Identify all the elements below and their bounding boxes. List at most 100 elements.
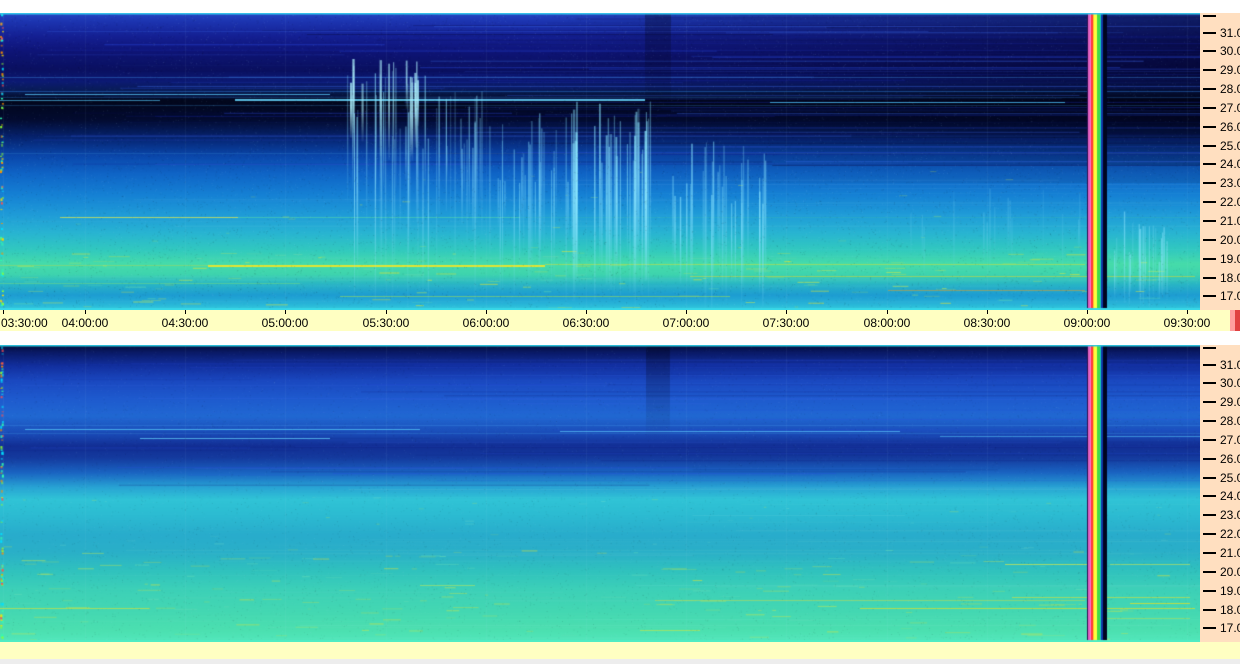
time-tick (686, 310, 687, 314)
freq-tick (1203, 220, 1216, 223)
freq-tick (1203, 295, 1216, 298)
freq-tick (1203, 363, 1216, 366)
time-tick (1087, 310, 1088, 314)
timebar-edge-mark-red (1235, 310, 1240, 331)
freq-label: 30.0 (1220, 44, 1240, 59)
panel2-row: 31.0 30.0 29.0 28.0 27.0 26.0 25.0 24.0 23.0 22.0… (0, 345, 1240, 642)
freq-tick (1203, 31, 1216, 34)
freq-label: 30.0 (1220, 376, 1240, 391)
time-axis: 03:30:00 04:00:00 04:30:00 05:00:00 05:30:00… (0, 310, 1240, 331)
freq-tick (1203, 495, 1216, 498)
freq-tick (1203, 382, 1216, 385)
time-label: 06:00:00 (462, 316, 510, 330)
freq-tick (1203, 627, 1216, 630)
freq-tick (1203, 144, 1216, 147)
freq-tick (1203, 533, 1216, 536)
freq-label: 26.0 (1220, 451, 1240, 466)
freq-tick (1203, 125, 1216, 128)
freq-label: 18.0 (1220, 270, 1240, 285)
freq-scale-lcp: 31.0 30.0 29.0 28.0 27.0 26.0 25.0 24.0 23.0 22.0… (1200, 345, 1240, 642)
freq-label: 21.0 (1220, 214, 1240, 229)
spectrogram-canvas-rcp[interactable] (0, 13, 1200, 310)
time-label: 09:00:00 (1063, 316, 1111, 330)
freq-label: 24.0 (1220, 157, 1240, 172)
freq-label: 21.0 (1220, 546, 1240, 561)
freq-label: 17.0 (1220, 621, 1240, 636)
freq-tick (1203, 476, 1216, 479)
freq-tick (1203, 201, 1216, 204)
time-label: 09:30:00 (1163, 316, 1211, 330)
panel1-row: 31.0 30.0 29.0 28.0 27.0 26.0 25.0 24.0 23.0 22.0… (0, 13, 1240, 310)
freq-label: 29.0 (1220, 395, 1240, 410)
freq-label: 19.0 (1220, 583, 1240, 598)
freq-label: 31.0 (1220, 25, 1240, 40)
freq-tick (1203, 69, 1216, 72)
panel2-titlebar: AJ4CO Observatory 06 Jan 2026 - DPS on T… (0, 331, 1240, 345)
freq-tick (1203, 570, 1216, 573)
empty-time-band (0, 642, 1240, 659)
time-label: 03:30:00 (1, 316, 48, 330)
freq-label: 25.0 (1220, 470, 1240, 485)
time-tick (1187, 310, 1188, 314)
freq-tick (1203, 238, 1216, 241)
freq-label: 20.0 (1220, 232, 1240, 247)
freq-label: 31.0 (1220, 357, 1240, 372)
time-tick (486, 310, 487, 314)
freq-label: 28.0 (1220, 414, 1240, 429)
time-label: 04:30:00 (161, 316, 209, 330)
freq-tick (1203, 276, 1216, 279)
time-label: 07:30:00 (762, 316, 810, 330)
freq-scale-rcp: 31.0 30.0 29.0 28.0 27.0 26.0 25.0 24.0 23.0 22.0… (1200, 13, 1240, 310)
time-label: 05:30:00 (362, 316, 410, 330)
freq-tick (1203, 182, 1216, 185)
freq-label: 27.0 (1220, 432, 1240, 447)
freq-tick (1203, 401, 1216, 404)
freq-tick (1203, 514, 1216, 517)
time-tick (85, 310, 86, 314)
freq-label: 22.0 (1220, 195, 1240, 210)
time-tick (786, 310, 787, 314)
freq-tick (1203, 50, 1216, 53)
freq-label: 17.0 (1220, 289, 1240, 304)
freq-label: 26.0 (1220, 119, 1240, 134)
panel1-titlebar: AJ4CO Observatory 06 Jan 2026 - DPS on T… (0, 0, 1240, 13)
time-tick (185, 310, 186, 314)
freq-label: 22.0 (1220, 527, 1240, 542)
freq-tick (1203, 552, 1216, 555)
time-label: 04:00:00 (61, 316, 109, 330)
freq-tick (1203, 106, 1216, 109)
time-tick (386, 310, 387, 314)
freq-label: 23.0 (1220, 176, 1240, 191)
freq-label: 28.0 (1220, 82, 1240, 97)
spectrogram-canvas-lcp[interactable] (0, 345, 1200, 642)
freq-label: 25.0 (1220, 138, 1240, 153)
freq-tick (1203, 420, 1216, 423)
time-tick (987, 310, 988, 314)
freq-label: 23.0 (1220, 508, 1240, 523)
freq-tick (1203, 438, 1216, 441)
freq-tick-top (1203, 15, 1216, 17)
freq-label: 20.0 (1220, 564, 1240, 579)
radio-sky-spectrograph-window: AJ4CO Observatory 06 Jan 2026 - DPS on T… (0, 0, 1240, 664)
time-label: 08:30:00 (963, 316, 1011, 330)
time-label: 08:00:00 (863, 316, 911, 330)
time-label: 05:00:00 (261, 316, 309, 330)
freq-tick (1203, 457, 1216, 460)
time-tick (285, 310, 286, 314)
freq-tick-top (1203, 347, 1216, 349)
freq-tick (1203, 257, 1216, 260)
time-tick (887, 310, 888, 314)
time-tick (586, 310, 587, 314)
time-label: 06:30:00 (562, 316, 610, 330)
freq-label: 18.0 (1220, 602, 1240, 617)
freq-tick (1203, 88, 1216, 91)
window-bottom-strip (0, 659, 1240, 664)
freq-tick (1203, 163, 1216, 166)
freq-label: 29.0 (1220, 63, 1240, 78)
time-tick (3, 310, 4, 314)
time-label: 07:00:00 (662, 316, 710, 330)
freq-tick (1203, 589, 1216, 592)
freq-tick (1203, 608, 1216, 611)
freq-label: 27.0 (1220, 100, 1240, 115)
freq-label: 19.0 (1220, 251, 1240, 266)
